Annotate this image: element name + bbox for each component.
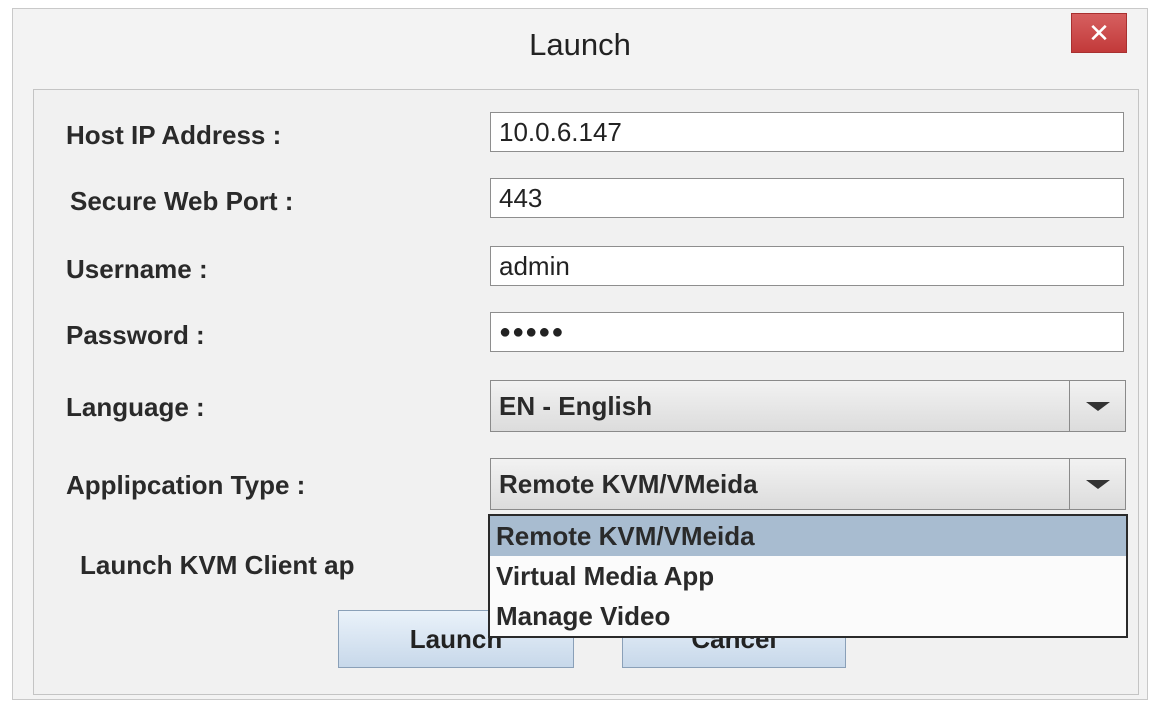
dropdown-option-virtual-media-app[interactable]: Virtual Media App	[490, 556, 1126, 596]
language-select-value: EN - English	[499, 391, 653, 421]
secure-port-label: Secure Web Port :	[70, 186, 294, 216]
close-button[interactable]: ✕	[1071, 13, 1127, 53]
language-select[interactable]: EN - English	[490, 380, 1126, 432]
host-ip-input[interactable]	[490, 112, 1124, 152]
launch-dialog: Launch ✕ Host IP Address : Secure Web Po…	[12, 8, 1148, 700]
application-type-label: Applipcation Type :	[66, 470, 306, 500]
language-label: Language :	[66, 392, 205, 422]
dropdown-option-remote-kvm[interactable]: Remote KVM/VMeida	[490, 516, 1126, 556]
chevron-down-icon	[1085, 479, 1110, 489]
application-type-select[interactable]: Remote KVM/VMeida	[490, 458, 1126, 510]
password-label: Password :	[66, 320, 205, 350]
application-type-dropdown-list: Remote KVM/VMeida Virtual Media App Mana…	[488, 514, 1128, 638]
application-type-value: Remote KVM/VMeida	[499, 469, 758, 499]
form-panel: Host IP Address : Secure Web Port : User…	[33, 89, 1139, 695]
application-type-dropdown-button[interactable]	[1069, 459, 1125, 509]
username-input[interactable]	[490, 246, 1124, 286]
username-label: Username :	[66, 254, 208, 284]
chevron-down-icon	[1085, 401, 1110, 411]
close-icon: ✕	[1088, 17, 1110, 48]
dropdown-option-manage-video[interactable]: Manage Video	[490, 596, 1126, 636]
window-title: Launch	[529, 27, 631, 62]
title-bar[interactable]: Launch ✕	[13, 9, 1147, 81]
launch-note-text: Launch KVM Client ap	[80, 550, 355, 580]
password-input[interactable]: ●●●●●	[490, 312, 1124, 352]
secure-port-input[interactable]	[490, 178, 1124, 218]
host-ip-label: Host IP Address :	[66, 120, 282, 150]
language-dropdown-button[interactable]	[1069, 381, 1125, 431]
